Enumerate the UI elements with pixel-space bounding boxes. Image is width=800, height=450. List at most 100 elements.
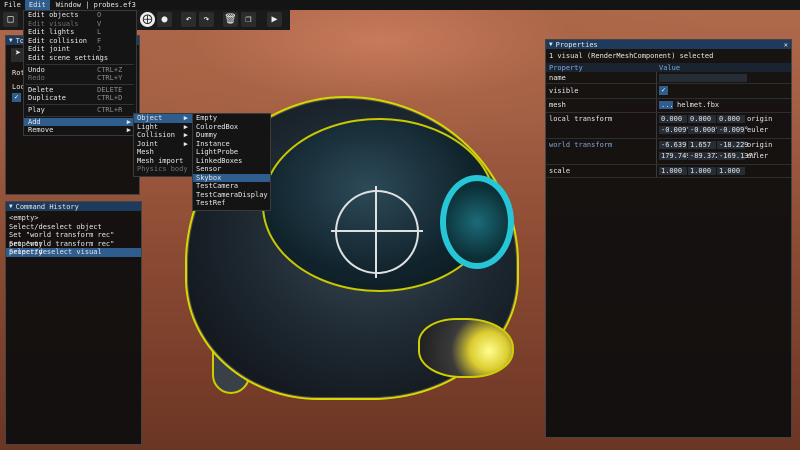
history-row[interactable]: Set "world transform rec" property (6, 240, 141, 257)
command-history-header: ▼ Command History (6, 202, 141, 211)
object-item-testcameradisplay[interactable]: TestCameraDisplay (193, 191, 270, 200)
collapse-icon[interactable]: ▼ (9, 37, 13, 44)
object-item-instance[interactable]: Instance (193, 140, 270, 149)
origin-label: origin (747, 141, 773, 149)
helmet-respirator (418, 318, 514, 378)
world-origin-y[interactable]: 1.657 (688, 141, 716, 149)
menu-item-edit-joint[interactable]: Edit joint J (24, 45, 136, 54)
crosshair-gizmo[interactable] (331, 186, 423, 278)
object-item-skybox[interactable]: Skybox (193, 173, 270, 182)
menu-item-edit-objects[interactable]: Edit objects O (24, 11, 136, 20)
object-item-linkedboxes[interactable]: LinkedBoxes (193, 157, 270, 166)
submenu-item-object[interactable]: Object ▶ (134, 114, 193, 123)
mesh-browse-button[interactable]: ... (659, 101, 674, 109)
world-origin-z[interactable]: -18.229 (717, 141, 749, 149)
menu-item-redo[interactable]: Redo CTRL+Y (24, 74, 136, 83)
menu-file[interactable]: File (0, 0, 25, 10)
menu-separator (26, 63, 134, 65)
new-file-icon[interactable]: □ (3, 12, 18, 27)
submenu-item-physics-body[interactable]: Physics body (134, 165, 193, 174)
object-item-lightprobe[interactable]: LightProbe (193, 148, 270, 157)
world-euler-x[interactable]: 179.749° (659, 152, 695, 160)
gizmo-icon[interactable]: ⨁ (140, 12, 155, 27)
world-euler-z[interactable]: -169.137° (717, 152, 757, 160)
prop-label: name (549, 74, 566, 82)
col-value: Value (659, 64, 681, 72)
object-submenu: Empty ColoredBox Dummy Instance LightPro… (192, 113, 271, 211)
loc-checkbox[interactable]: ✓ (12, 93, 21, 102)
properties-header: ▼ Properties ✕ (546, 40, 791, 49)
local-euler-z[interactable]: -0.009° (717, 126, 749, 134)
prop-label: world transform (549, 141, 613, 149)
object-item-dummy[interactable]: Dummy (193, 131, 270, 140)
selection-summary: 1 visual (RenderMeshComponent) selected (549, 52, 714, 60)
object-item-testref[interactable]: TestRef (193, 199, 270, 208)
properties-title: Properties (555, 40, 598, 49)
sphere-icon[interactable]: ● (157, 12, 172, 27)
scale-x[interactable]: 1.000 (659, 167, 687, 175)
local-origin-z[interactable]: 0.000 (717, 115, 745, 123)
menu-item-play[interactable]: Play CTRL+R (24, 106, 136, 115)
play-icon[interactable]: ▶ (267, 12, 282, 27)
mesh-value: helmet.fbx (677, 101, 720, 109)
object-item-testcamera[interactable]: TestCamera (193, 182, 270, 191)
name-field[interactable] (659, 74, 747, 82)
euler-label: euler (747, 126, 769, 134)
chevron-right-icon: ▶ (183, 122, 188, 131)
prop-row-mesh: mesh ... helmet.fbx (546, 99, 791, 113)
collapse-icon[interactable]: ▼ (9, 203, 13, 210)
chevron-right-icon: ▶ (126, 126, 131, 135)
undo-icon[interactable]: ↶ (181, 12, 196, 27)
menu-item-edit-scene-settings[interactable]: Edit scene settings U (24, 54, 136, 63)
command-history-panel: ▼ Command History <empty> Select/deselec… (5, 201, 142, 445)
chevron-right-icon: ▶ (126, 117, 131, 126)
add-submenu: Object ▶ Light ▶ Collision ▶ Joint ▶ Mesh Me… (133, 113, 194, 177)
menu-edit[interactable]: Edit (24, 0, 50, 10)
history-row[interactable]: Set "world transform rec" property (6, 231, 141, 248)
properties-table-header: Property Value (546, 63, 791, 72)
menu-bar: File Edit Window | probes.ef3 (0, 0, 800, 10)
chevron-right-icon: ▶ (183, 139, 188, 148)
menu-item-delete[interactable]: Delete DELETE (24, 86, 136, 95)
menu-item-edit-lights[interactable]: Edit lights L (24, 28, 136, 37)
command-history-title: Command History (15, 202, 79, 211)
menu-separator (26, 83, 134, 85)
collapse-icon[interactable]: ▼ (549, 41, 553, 48)
redo-icon[interactable]: ↷ (199, 12, 214, 27)
local-euler-y[interactable]: -0.000° (688, 126, 720, 134)
local-origin-x[interactable]: 0.000 (659, 115, 687, 123)
menu-item-undo[interactable]: Undo CTRL+Z (24, 66, 136, 75)
menu-item-duplicate[interactable]: Duplicate CTRL+D (24, 94, 136, 103)
object-item-empty[interactable]: Empty (193, 114, 270, 123)
close-icon[interactable]: ✕ (784, 41, 788, 49)
local-euler-x[interactable]: -0.009° (659, 126, 691, 134)
submenu-item-mesh[interactable]: Mesh (134, 148, 193, 157)
history-row[interactable]: Select/deselect object (6, 223, 141, 232)
object-item-coloredbox[interactable]: ColoredBox (193, 123, 270, 132)
local-origin-y[interactable]: 0.000 (688, 115, 716, 123)
world-euler-y[interactable]: -89.372° (688, 152, 724, 160)
chevron-right-icon: ▶ (183, 131, 188, 139)
submenu-item-joint[interactable]: Joint ▶ (134, 140, 193, 149)
visible-checkbox[interactable]: ✓ (659, 86, 668, 95)
menu-item-remove[interactable]: Remove ▶ (24, 126, 136, 135)
col-property: Property (549, 64, 583, 72)
window-title: Window | probes.ef3 (55, 1, 136, 9)
history-row-selected[interactable]: Select/deselect visual (6, 248, 141, 257)
world-origin-x[interactable]: -6.639 (659, 141, 687, 149)
submenu-item-collision[interactable]: Collision ▶ (134, 131, 193, 140)
scale-z[interactable]: 1.000 (717, 167, 745, 175)
origin-label: origin (747, 115, 773, 123)
menu-item-edit-visuals[interactable]: Edit visuals V (24, 20, 136, 29)
history-row[interactable]: <empty> (6, 214, 141, 223)
delete-icon[interactable]: 🗑 (223, 12, 238, 27)
menu-item-edit-collision[interactable]: Edit collision F (24, 37, 136, 46)
prop-row-local-transform: local transform 0.000 0.000 0.000 origin… (546, 113, 791, 139)
submenu-item-light[interactable]: Light ▶ (134, 123, 193, 132)
submenu-item-mesh-import[interactable]: Mesh import (134, 157, 193, 166)
object-item-sensor[interactable]: Sensor (193, 165, 270, 174)
menu-item-add[interactable]: Add ▶ (24, 117, 136, 127)
scale-y[interactable]: 1.000 (688, 167, 716, 175)
copy-icon[interactable]: ❐ (241, 12, 256, 27)
helmet-lens-glow (440, 175, 514, 269)
